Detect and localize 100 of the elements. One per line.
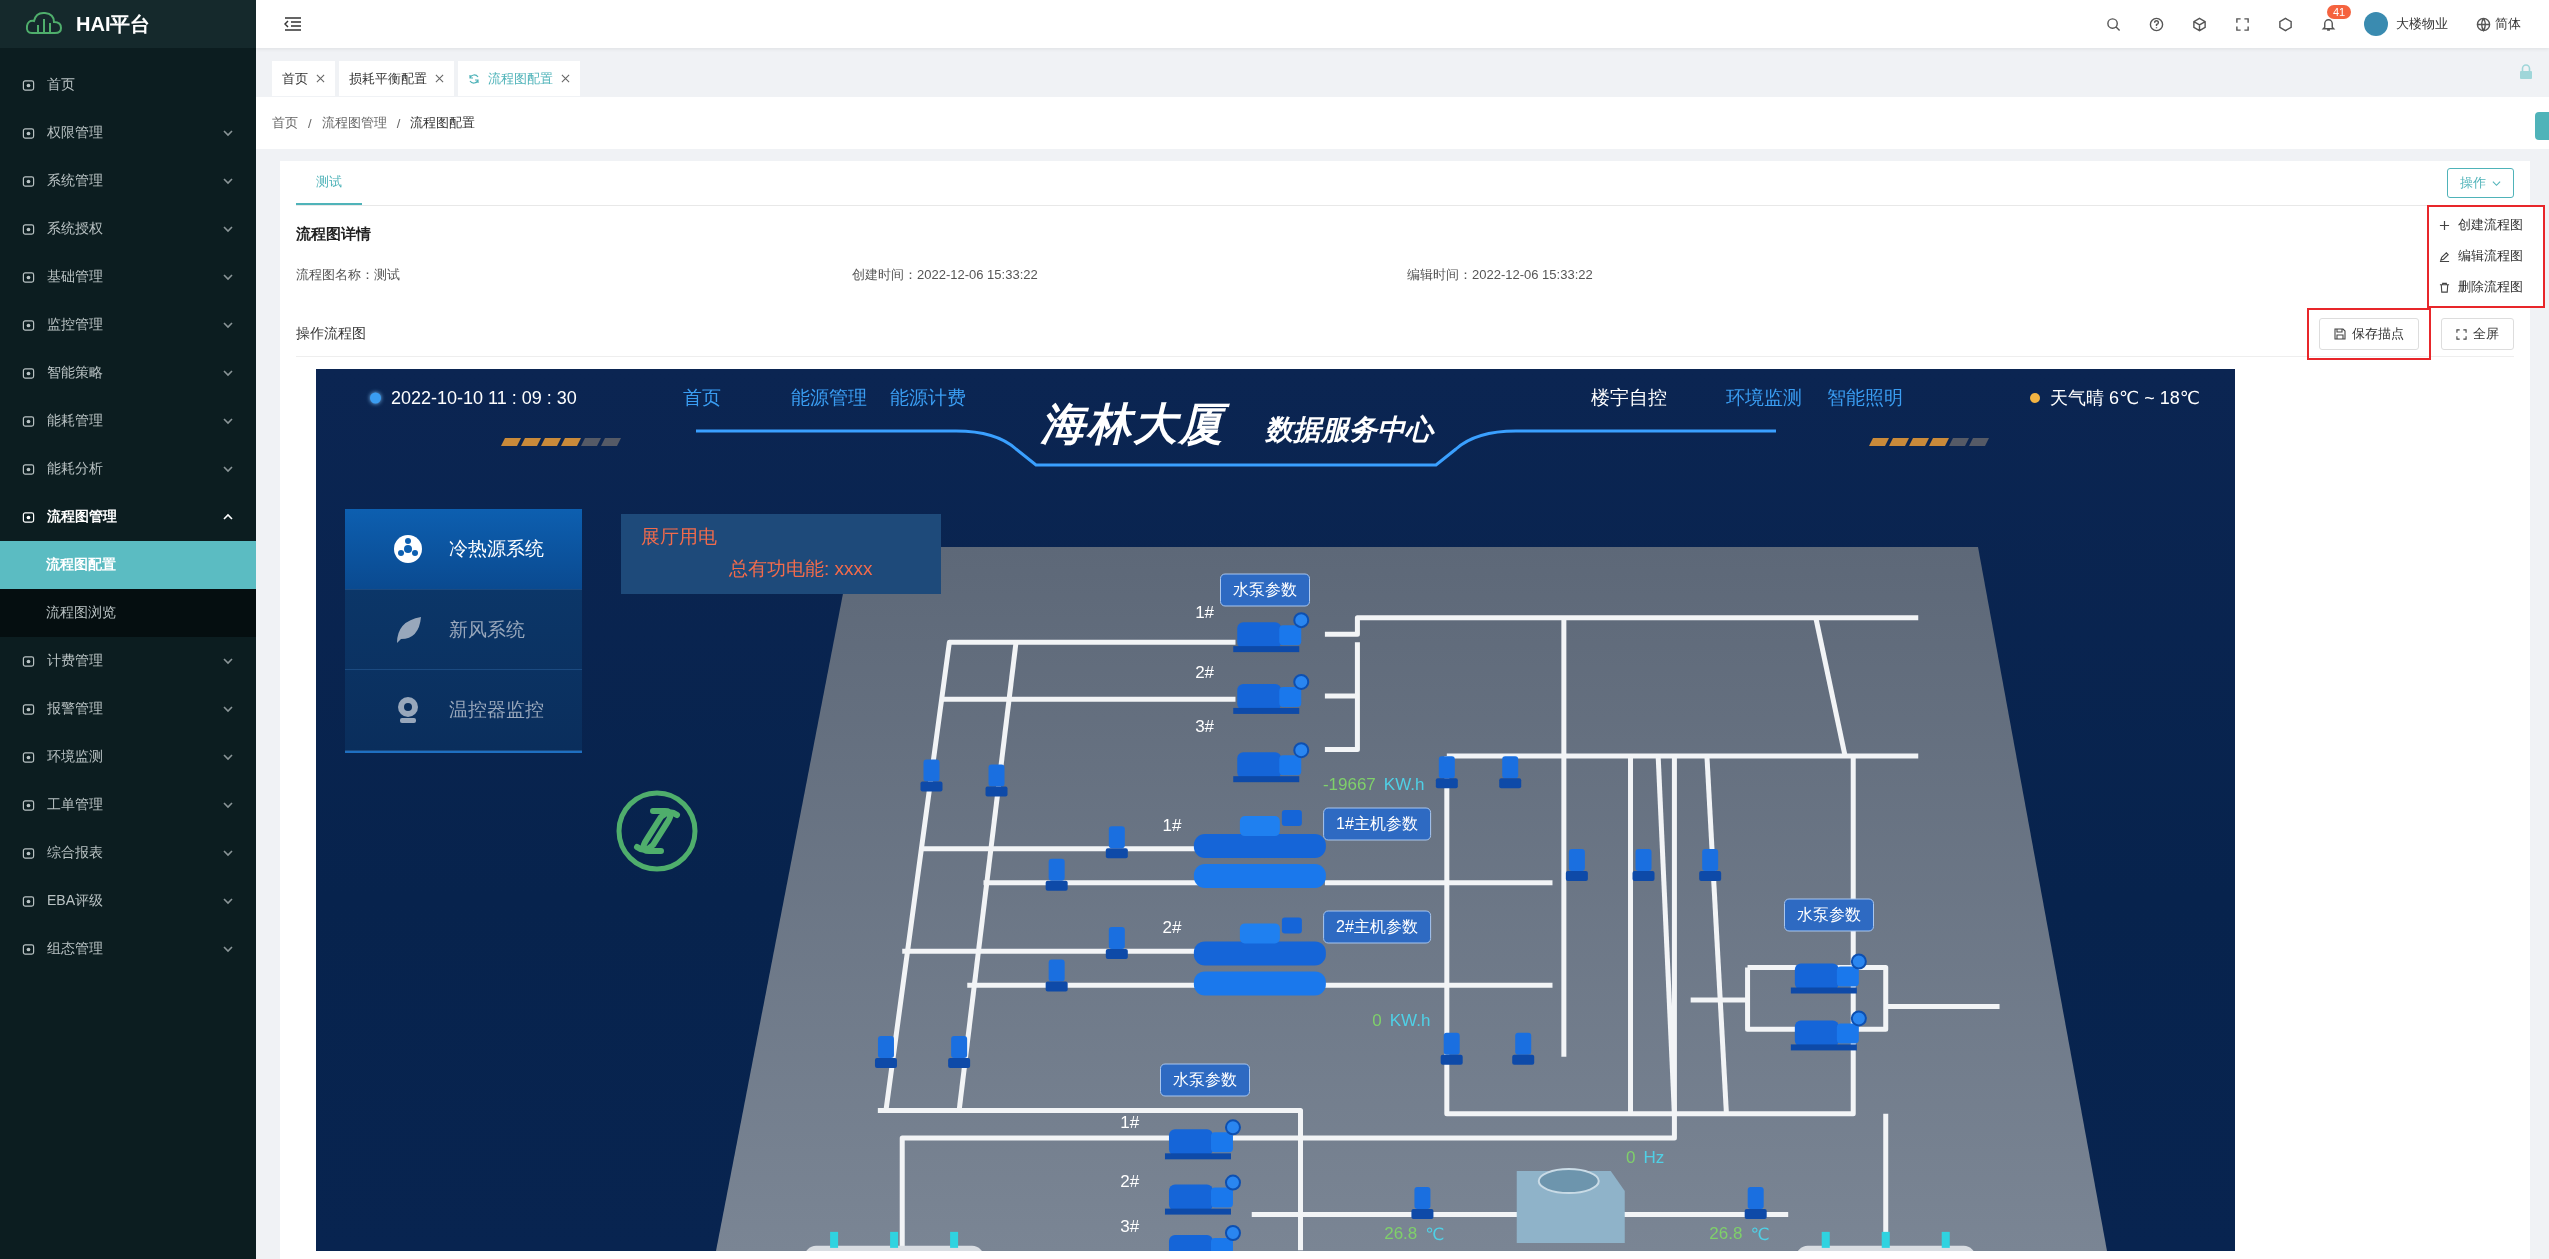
sidebar-item[interactable]: 智能策略 [0,349,256,397]
menu-item-icon [22,942,35,956]
unit-number: 1# [1162,815,1182,836]
chevron-icon [222,847,234,859]
chevron-icon [222,271,234,283]
nav-link[interactable]: 首页 [683,385,721,411]
sidebar-item[interactable]: 计费管理 [0,637,256,685]
chevron-icon [222,175,234,187]
save-points-button[interactable]: 保存描点 [2319,318,2419,350]
chevron-icon [222,799,234,811]
breadcrumb-separator: / [308,115,312,131]
unit-number: 3# [1195,716,1215,737]
chevron-icon [222,319,234,331]
detail-title: 流程图详情 [296,224,371,244]
menu-fold-icon[interactable] [284,16,302,32]
avatar[interactable] [2364,12,2388,36]
detail-field: 流程图名称：测试 [296,266,852,284]
sidebar-item[interactable]: EBA评级 [0,877,256,925]
notification-badge: 41 [2327,4,2352,19]
link-icon [616,790,698,872]
menu-item-icon [22,222,35,236]
menu-item-icon [22,78,35,92]
plus-icon [2439,220,2450,231]
nav-link[interactable]: 环境监测 [1726,385,1802,411]
info-title: 展厅用电 [641,525,718,549]
sidebar-item[interactable]: 能耗分析 [0,445,256,493]
close-icon[interactable] [561,74,570,83]
parameter-button[interactable]: 水泵参数 [1219,573,1310,607]
system-menu-item[interactable]: 新风系统 [345,589,582,671]
menu-item-icon [22,414,35,428]
reading-text: -19667 KW.h [1322,775,1425,796]
menu-item-icon [22,846,35,860]
pencil-icon [2439,251,2450,262]
language-menu[interactable]: 简体 [2476,15,2521,33]
unit-number: 3# [1120,1217,1140,1238]
parameter-button[interactable]: 2#主机参数 [1323,910,1431,944]
menu-item-icon [22,750,35,764]
fullscreen-icon[interactable] [2235,16,2250,32]
menu-item-icon [22,798,35,812]
close-icon[interactable] [435,74,444,83]
system-menu-item[interactable]: 冷热源系统 [345,509,582,590]
fan-icon [393,533,423,564]
hexagon-icon[interactable] [2278,16,2293,32]
sidebar-item[interactable]: 系统管理 [0,157,256,205]
stripe-decoration-icon [501,438,621,446]
system-menu-item[interactable]: 温控器监控 [345,670,582,751]
menu-item-icon [22,126,35,140]
nav-link[interactable]: 能源管理 [791,385,867,411]
sidebar-item[interactable]: 基础管理 [0,253,256,301]
sidebar-item[interactable]: 流程图管理 [0,493,256,541]
unit-number: 2# [1120,1171,1140,1192]
expand-icon [2456,328,2467,340]
help-icon[interactable] [2149,16,2164,32]
chevron-icon [222,367,234,379]
breadcrumb-link[interactable]: 首页 [272,114,298,132]
sidebar-item[interactable]: 系统授权 [0,205,256,253]
status-dot [370,392,381,404]
menu-item[interactable]: 编辑流程图 [2429,241,2543,272]
menu-item-icon [22,462,35,476]
fullscreen-button[interactable]: 全屏 [2441,318,2514,350]
section-title: 操作流程图 [296,325,366,343]
reading-text: 26.8 ℃ [1384,1223,1445,1245]
menu-item-icon [22,318,35,332]
close-icon[interactable] [316,74,325,83]
sidebar-item[interactable]: 环境监测 [0,733,256,781]
chevron-icon [222,655,234,667]
parameter-button[interactable]: 水泵参数 [1159,1063,1250,1097]
date-time: 2022-10-10 11 : 09 : 30 [391,387,577,409]
trash-icon [2439,282,2450,293]
nav-link[interactable]: 智能照明 [1827,385,1903,411]
page-tab[interactable]: 损耗平衡配置 [339,61,454,96]
sidebar-item[interactable]: 综合报表 [0,829,256,877]
sidebar-item[interactable]: 工单管理 [0,781,256,829]
chevron-icon [222,895,234,907]
sidebar-item[interactable]: 监控管理 [0,301,256,349]
parameter-button[interactable]: 水泵参数 [1783,898,1874,932]
nav-link[interactable]: 能源计费 [890,385,966,411]
sidebar-item[interactable]: 权限管理 [0,109,256,157]
bell-icon[interactable] [2321,16,2336,32]
unit-number: 2# [1195,663,1215,684]
chevron-icon [222,127,234,139]
breadcrumb-separator: / [396,115,401,131]
sidebar-subitem[interactable]: 流程图浏览 [0,589,256,637]
page-tab[interactable]: 首页 [272,61,335,96]
search-icon[interactable] [2106,16,2121,32]
menu-item-icon [22,654,35,668]
sidebar-item[interactable]: 组态管理 [0,925,256,973]
building-title: 海林大厦 [1031,395,1235,453]
detail-field: 创建时间：2022-12-06 15:33:22 [852,266,1407,284]
breadcrumb-link[interactable]: 流程图管理 [321,114,387,132]
sidebar-item[interactable]: 首页 [0,61,256,109]
save-icon [2334,328,2346,340]
user-name[interactable]: 大楼物业 [2396,15,2448,33]
menu-item[interactable]: 创建流程图 [2429,210,2543,241]
cube-icon[interactable] [2192,16,2207,32]
reading-text: 26.8 ℃ [1709,1223,1770,1245]
sidebar-item[interactable]: 报警管理 [0,685,256,733]
sidebar-item[interactable]: 能耗管理 [0,397,256,445]
nav-link[interactable]: 楼宇自控 [1591,385,1667,411]
parameter-button[interactable]: 1#主机参数 [1323,807,1431,841]
